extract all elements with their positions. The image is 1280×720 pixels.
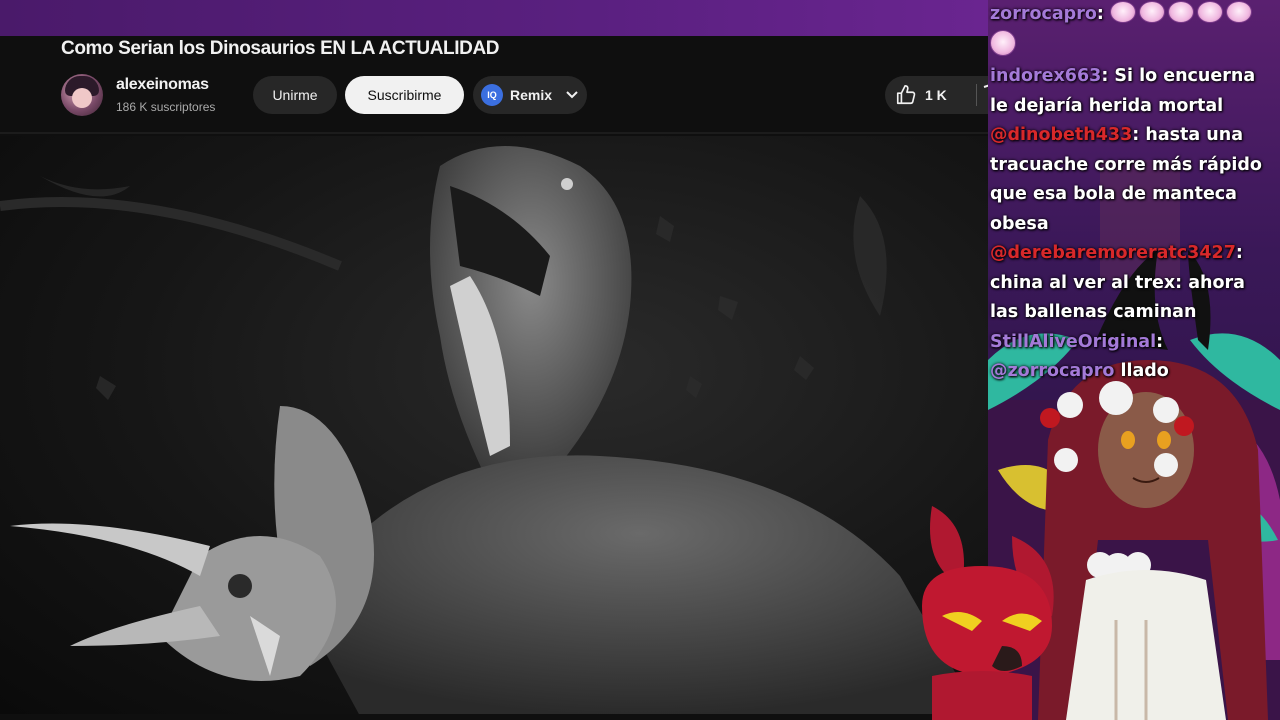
chat-text: le dejaría herida mortal bbox=[990, 95, 1224, 116]
chat-text: las ballenas caminan bbox=[990, 302, 1197, 322]
mascot-sticker bbox=[922, 506, 1054, 720]
channel-row: alexeinomas 186 K suscriptores Unirme Su… bbox=[61, 74, 988, 118]
emote-icon bbox=[1138, 1, 1165, 23]
stream-overlay-top-bar bbox=[0, 0, 988, 36]
remix-icon: IQ bbox=[481, 84, 503, 106]
chat-username[interactable]: StillAliveOriginal bbox=[990, 332, 1156, 352]
youtube-watch-area: Como Serian los Dinosaurios EN LA ACTUAL… bbox=[0, 36, 988, 720]
chat-message: indorex663: Si lo encuerna bbox=[990, 66, 1256, 86]
chat-mention[interactable]: @zorrocapro bbox=[990, 361, 1114, 381]
chat-message: StillAliveOriginal: bbox=[990, 331, 1164, 352]
chat-message: @zorrocapro llado bbox=[990, 357, 1278, 387]
chat-username[interactable]: zorrocapro bbox=[990, 4, 1097, 24]
chat-text: llado bbox=[1120, 361, 1169, 381]
chat-text: tracuache corre más rápido bbox=[990, 154, 1262, 175]
chat-message: zorrocapro: bbox=[990, 0, 1278, 30]
remix-label: Remix bbox=[510, 87, 553, 103]
video-player[interactable] bbox=[0, 136, 988, 714]
chevron-down-icon bbox=[566, 88, 578, 102]
remix-button[interactable]: IQ Remix bbox=[473, 76, 587, 114]
emote-icon bbox=[1109, 1, 1136, 23]
chat-emote-row bbox=[990, 29, 1278, 63]
chat-username[interactable]: @dinobeth433 bbox=[990, 125, 1132, 145]
chat-text: hasta una bbox=[1145, 125, 1244, 145]
channel-name[interactable]: alexeinomas bbox=[116, 76, 209, 94]
like-count: 1 K bbox=[925, 87, 947, 103]
emote-icon bbox=[1167, 1, 1194, 23]
subscribe-button[interactable]: Suscribirme bbox=[345, 76, 464, 114]
chat-username[interactable]: @derebaremoreratc3427 bbox=[990, 243, 1236, 263]
chat-text: que esa bola de manteca bbox=[990, 184, 1237, 204]
divider bbox=[0, 132, 988, 134]
emote-icon bbox=[990, 29, 1016, 56]
chat-text: china al ver al trex: ahora bbox=[990, 272, 1245, 293]
chat-username[interactable]: indorex663 bbox=[990, 66, 1101, 86]
video-title: Como Serian los Dinosaurios EN LA ACTUAL… bbox=[61, 38, 500, 59]
join-button[interactable]: Unirme bbox=[253, 76, 337, 114]
chat-messages: zorrocapro: indorex663: Si lo encuerna l… bbox=[990, 0, 1278, 387]
emote-icon bbox=[1196, 1, 1223, 23]
like-button[interactable]: 1 K bbox=[885, 76, 988, 114]
emote-icon bbox=[1225, 1, 1252, 23]
chat-text: Si lo encuerna bbox=[1114, 66, 1256, 86]
video-frame-image bbox=[0, 146, 979, 714]
subscriber-count: 186 K suscriptores bbox=[116, 100, 216, 114]
chat-message: @dinobeth433: hasta una bbox=[990, 125, 1244, 145]
thumbs-up-icon bbox=[896, 85, 916, 105]
chat-message: @derebaremoreratc3427: bbox=[990, 243, 1243, 263]
channel-avatar[interactable] bbox=[61, 74, 103, 116]
chat-text: obesa bbox=[990, 213, 1049, 234]
